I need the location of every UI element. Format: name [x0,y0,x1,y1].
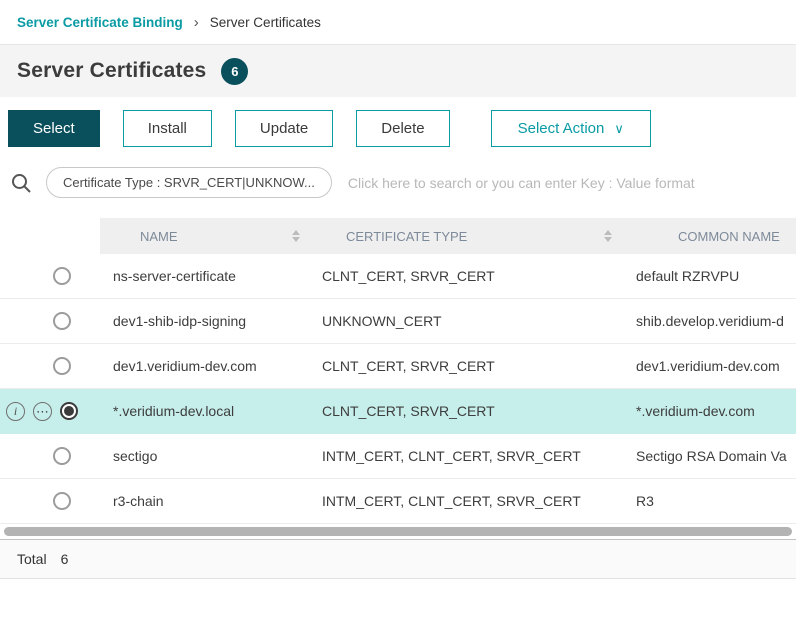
table-row[interactable]: r3-chain INTM_CERT, CLNT_CERT, SRVR_CERT… [0,479,796,524]
row-radio[interactable] [53,492,71,510]
cell-common-name: default RZRVPU [622,268,796,284]
install-button[interactable]: Install [123,110,212,147]
table-row[interactable]: dev1-shib-idp-signing UNKNOWN_CERT shib.… [0,299,796,344]
column-header-radio [0,218,100,254]
cell-common-name: R3 [622,493,796,509]
breadcrumb: Server Certificate Binding › Server Cert… [0,0,796,45]
cell-common-name: shib.develop.veridium-d [622,313,796,329]
column-header-common-name[interactable]: COMMON NAME [622,218,796,254]
column-header-certificate-type-label: CERTIFICATE TYPE [346,229,467,244]
chevron-down-icon: ∨ [614,121,624,137]
cell-name: r3-chain [100,493,310,509]
table-row[interactable]: sectigo INTM_CERT, CLNT_CERT, SRVR_CERT … [0,434,796,479]
table-header: NAME CERTIFICATE TYPE COMMON NAME [0,218,796,254]
row-radio-cell [0,492,100,510]
filter-chip-certificate-type[interactable]: Certificate Type : SRVR_CERT|UNKNOW... [46,167,332,198]
cell-common-name: *.veridium-dev.com [622,403,796,419]
table-row-selected[interactable]: i ⋯ *.veridium-dev.local CLNT_CERT, SRVR… [0,389,796,434]
sort-icon [292,230,300,242]
cell-certificate-type: CLNT_CERT, SRVR_CERT [310,358,622,374]
cell-common-name: dev1.veridium-dev.com [622,358,796,374]
cell-name: dev1-shib-idp-signing [100,313,310,329]
toolbar: Select Install Update Delete Select Acti… [0,97,796,157]
cell-certificate-type: CLNT_CERT, SRVR_CERT [310,403,622,419]
row-radio-cell [0,312,100,330]
row-radio[interactable] [53,447,71,465]
cell-common-name: Sectigo RSA Domain Va [622,448,796,464]
select-action-dropdown[interactable]: Select Action ∨ [491,110,651,147]
cell-name: ns-server-certificate [100,268,310,284]
table-row[interactable]: dev1.veridium-dev.com CLNT_CERT, SRVR_CE… [0,344,796,389]
page-title: Server Certificates [17,59,206,83]
total-bar: Total 6 [0,539,796,579]
horizontal-scrollbar-track[interactable] [0,525,796,538]
count-badge: 6 [221,58,248,85]
sort-icon [604,230,612,242]
update-button[interactable]: Update [235,110,333,147]
ellipsis-menu-icon[interactable]: ⋯ [33,402,52,421]
horizontal-scrollbar-thumb[interactable] [4,527,792,536]
row-radio-cell: i ⋯ [0,402,100,421]
cell-certificate-type: INTM_CERT, CLNT_CERT, SRVR_CERT [310,493,622,509]
column-header-name-label: NAME [140,229,178,244]
breadcrumb-current: Server Certificates [210,15,321,30]
cell-name: sectigo [100,448,310,464]
cell-certificate-type: CLNT_CERT, SRVR_CERT [310,268,622,284]
title-bar: Server Certificates 6 [0,45,796,97]
row-radio-cell [0,357,100,375]
search-icon [10,172,32,194]
row-radio[interactable] [53,267,71,285]
cell-certificate-type: INTM_CERT, CLNT_CERT, SRVR_CERT [310,448,622,464]
row-radio-checked[interactable] [60,402,78,420]
row-radio[interactable] [53,312,71,330]
cell-certificate-type: UNKNOWN_CERT [310,313,622,329]
cell-name: dev1.veridium-dev.com [100,358,310,374]
cell-name: *.veridium-dev.local [100,403,310,419]
total-value: 6 [61,551,69,567]
column-header-certificate-type[interactable]: CERTIFICATE TYPE [310,218,622,254]
breadcrumb-separator-icon: › [194,14,199,31]
delete-button[interactable]: Delete [356,110,449,147]
column-header-name[interactable]: NAME [100,218,310,254]
row-radio-cell [0,447,100,465]
column-header-common-name-label: COMMON NAME [678,229,780,244]
breadcrumb-link-server-certificate-binding[interactable]: Server Certificate Binding [17,15,183,30]
row-radio[interactable] [53,357,71,375]
table-row[interactable]: ns-server-certificate CLNT_CERT, SRVR_CE… [0,254,796,299]
search-bar: Certificate Type : SRVR_CERT|UNKNOW... [0,157,796,212]
total-label: Total [17,551,47,567]
search-input[interactable] [346,174,786,192]
row-radio-cell [0,267,100,285]
select-button[interactable]: Select [8,110,100,147]
select-action-label: Select Action [518,120,605,137]
info-icon[interactable]: i [6,402,25,421]
